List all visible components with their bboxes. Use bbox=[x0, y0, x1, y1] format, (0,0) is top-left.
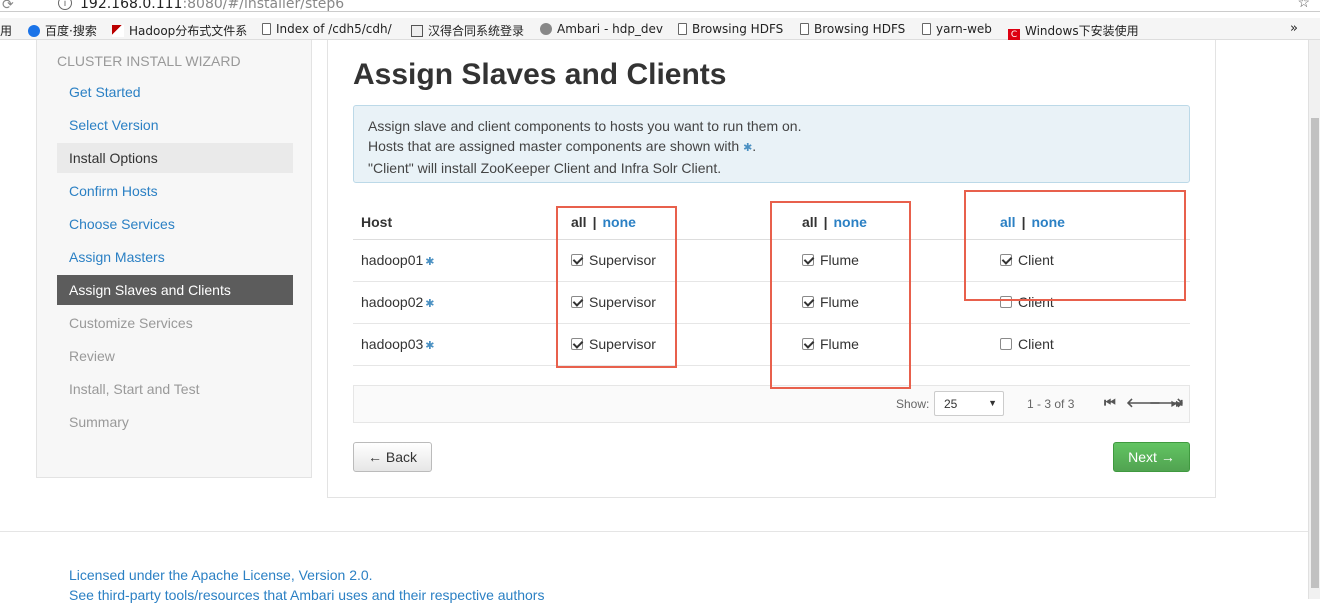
sidebar-item-install-start-test: Install, Start and Test bbox=[69, 381, 200, 397]
sidebar-item-customize-services: Customize Services bbox=[69, 315, 193, 331]
image-icon bbox=[411, 25, 423, 37]
hadoop-icon bbox=[112, 25, 124, 37]
info-line-1: Assign slave and client components to ho… bbox=[368, 118, 802, 134]
master-star-icon: ✱ bbox=[425, 340, 435, 352]
master-star-icon: ✱ bbox=[425, 298, 435, 310]
first-page-icon[interactable]: ⏮ bbox=[1104, 395, 1116, 411]
host-name: hadoop01 ✱ bbox=[361, 252, 435, 268]
sidebar-item-summary: Summary bbox=[69, 414, 129, 430]
checkbox-unchecked-icon[interactable] bbox=[1000, 338, 1012, 350]
wizard-sidebar: CLUSTER INSTALL WIZARD Get Started Selec… bbox=[36, 40, 312, 478]
annotation-box-client bbox=[964, 190, 1186, 301]
sidebar-item-assign-masters[interactable]: Assign Masters bbox=[57, 242, 293, 272]
url-text[interactable]: 192.168.0.111:8080/#/installer/step6 bbox=[80, 0, 344, 12]
show-label: Show: bbox=[896, 397, 930, 411]
bookmark-index-cdh[interactable]: Index of /cdh5/cdh/ bbox=[262, 22, 392, 36]
table-pager: Show: 25 ▼ 1 - 3 of 3 ⏮ 🡐 🡒 ⏭ bbox=[353, 385, 1190, 423]
third-party-link[interactable]: See third-party tools/resources that Amb… bbox=[69, 585, 544, 605]
bookmark-yarn-web[interactable]: yarn-web bbox=[922, 22, 992, 36]
bookmark-browsing-hdfs-2[interactable]: Browsing HDFS bbox=[800, 22, 905, 36]
reload-icon[interactable]: ⟳ bbox=[2, 0, 14, 13]
last-page-icon[interactable]: ⏭ bbox=[1171, 395, 1183, 411]
bookmark-star-icon[interactable]: ☆ bbox=[1297, 0, 1310, 11]
site-info-icon[interactable]: i bbox=[58, 0, 72, 10]
license-link[interactable]: Licensed under the Apache License, Versi… bbox=[69, 565, 544, 585]
host-name: hadoop02 ✱ bbox=[361, 294, 435, 310]
bookmark-browsing-hdfs-1[interactable]: Browsing HDFS bbox=[678, 22, 783, 36]
annotation-box-supervisor bbox=[556, 206, 677, 368]
page-icon bbox=[678, 23, 687, 35]
host-name: hadoop03 ✱ bbox=[361, 336, 435, 352]
page-count: 1 - 3 of 3 bbox=[1027, 397, 1075, 411]
client-checkbox[interactable]: Client bbox=[1000, 336, 1054, 352]
sidebar-item-assign-slaves[interactable]: Assign Slaves and Clients bbox=[57, 275, 293, 305]
page-scrollbar[interactable] bbox=[1308, 40, 1320, 599]
annotation-box-flume bbox=[770, 201, 911, 389]
host-column-header: Host bbox=[361, 214, 393, 230]
scrollbar-thumb[interactable] bbox=[1311, 118, 1319, 588]
sidebar-item-get-started[interactable]: Get Started bbox=[57, 77, 293, 107]
chevron-down-icon: ▼ bbox=[988, 398, 997, 408]
page-title: Assign Slaves and Clients bbox=[353, 58, 727, 91]
master-star-icon: ✱ bbox=[743, 142, 753, 154]
info-line-3: "Client" will install ZooKeeper Client a… bbox=[368, 160, 722, 176]
bookmark-hadoop[interactable]: Hadoop分布式文件系 bbox=[112, 22, 247, 39]
bookmark-ambari[interactable]: Ambari - hdp_dev bbox=[540, 22, 663, 36]
sidebar-header: CLUSTER INSTALL WIZARD bbox=[57, 53, 241, 69]
footer-divider bbox=[0, 531, 1308, 532]
sidebar-item-confirm-hosts[interactable]: Confirm Hosts bbox=[57, 176, 293, 206]
ambari-icon bbox=[540, 23, 552, 35]
page-footer: Licensed under the Apache License, Versi… bbox=[69, 565, 544, 605]
info-line-2: Hosts that are assigned master component… bbox=[368, 138, 757, 154]
sidebar-item-review: Review bbox=[69, 348, 115, 364]
bookmark-baidu[interactable]: 百度·搜索 bbox=[28, 22, 97, 39]
bookmark-contract[interactable]: 汉得合同系统登录 bbox=[411, 22, 524, 39]
page-size-select[interactable]: 25 ▼ bbox=[934, 391, 1004, 416]
info-alert: Assign slave and client components to ho… bbox=[353, 105, 1190, 183]
bookmark-apps[interactable]: 用 bbox=[0, 22, 12, 39]
more-bookmarks-icon[interactable]: » bbox=[1290, 21, 1298, 36]
back-button[interactable]: ← Back bbox=[353, 442, 432, 472]
master-star-icon: ✱ bbox=[425, 256, 435, 268]
page-icon bbox=[262, 23, 271, 35]
page-icon bbox=[922, 23, 931, 35]
sidebar-item-choose-services[interactable]: Choose Services bbox=[57, 209, 293, 239]
page-icon bbox=[800, 23, 809, 35]
ie-icon bbox=[28, 25, 40, 37]
sidebar-item-install-options[interactable]: Install Options bbox=[57, 143, 293, 173]
sidebar-item-select-version[interactable]: Select Version bbox=[57, 110, 293, 140]
next-button[interactable]: Next → bbox=[1113, 442, 1190, 472]
address-bar[interactable]: ⟳ i 192.168.0.111:8080/#/installer/step6… bbox=[0, 0, 1320, 12]
bookmark-windows[interactable]: C Windows下安装使用 bbox=[1008, 22, 1139, 41]
bookmarks-bar: 用 百度·搜索 Hadoop分布式文件系 Index of /cdh5/cdh/… bbox=[0, 18, 1320, 41]
